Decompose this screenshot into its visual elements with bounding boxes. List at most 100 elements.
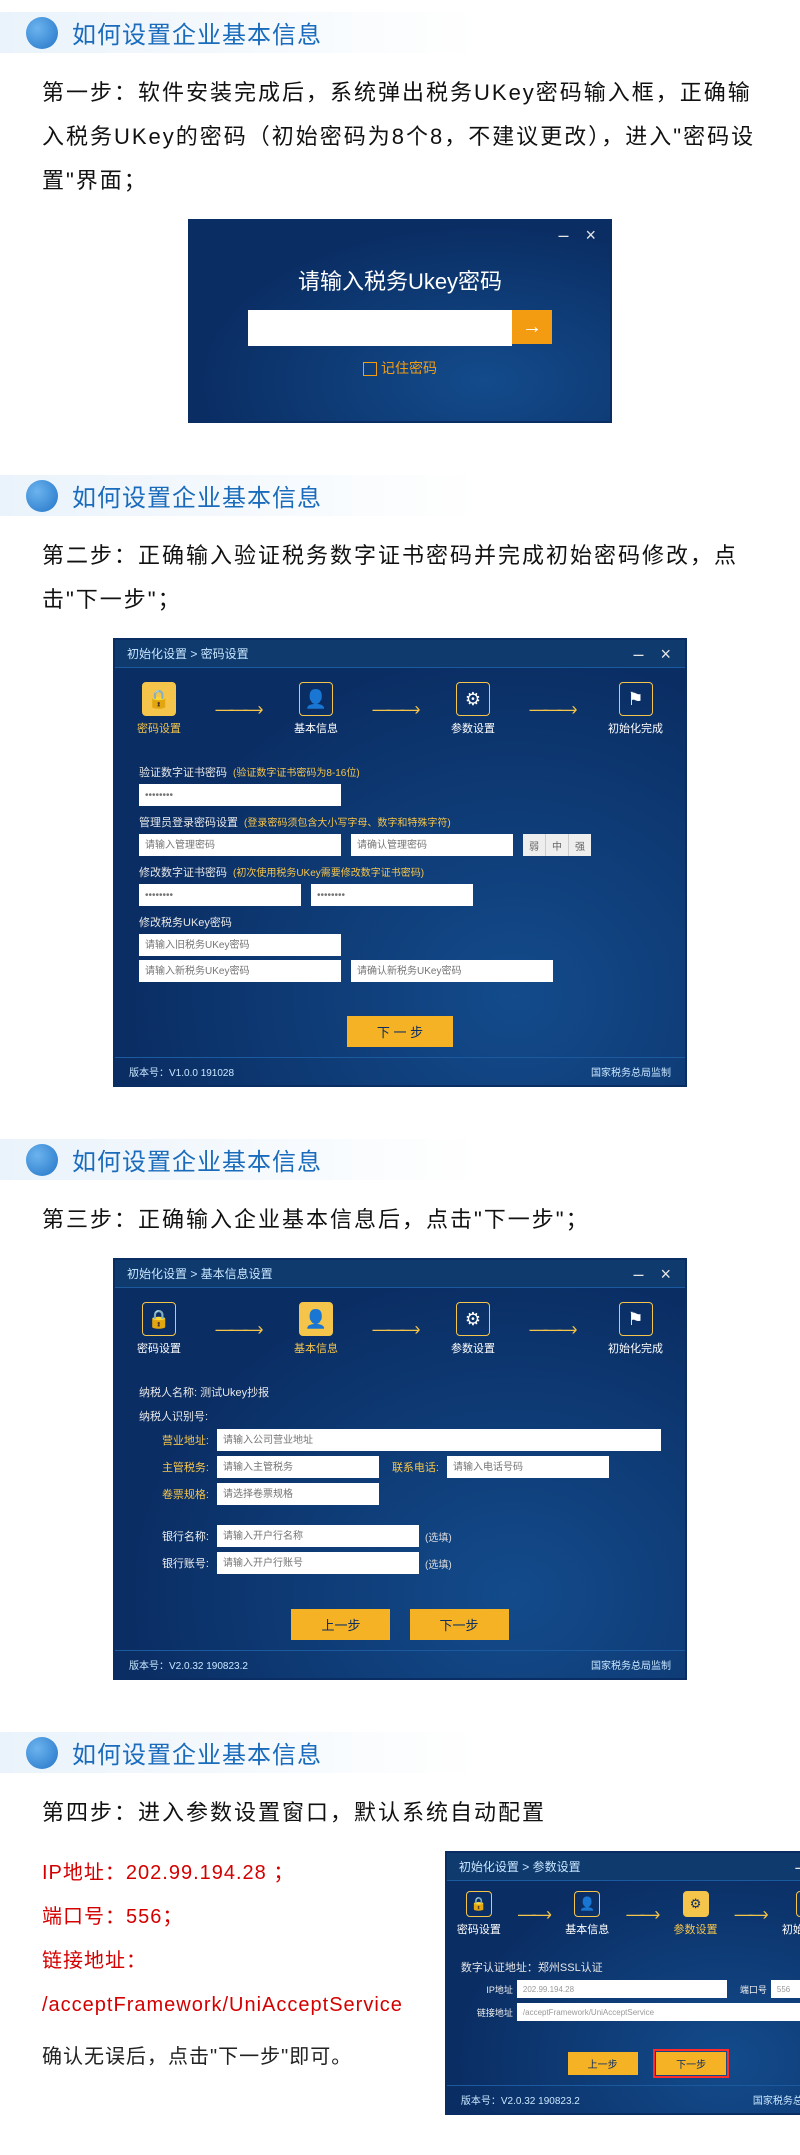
section-label: 修改数字证书密码 — [139, 867, 227, 879]
next-button[interactable]: 下一步 — [410, 1609, 509, 1640]
wizard-step-basic: 👤 基本信息 — [294, 1302, 338, 1356]
section-heading: 如何设置企业基本信息 — [0, 475, 800, 516]
address-input[interactable] — [217, 1429, 661, 1451]
wizard-steps: 🔒密码设置 ——› 👤基本信息 ——› ⚙参数设置 ——› ⚑初始化完成 — [447, 1881, 800, 1947]
heading-title: 如何设置企业基本信息 — [72, 478, 322, 513]
submit-arrow-button[interactable]: → — [512, 310, 552, 344]
wizard-step-password: 🔒密码设置 — [137, 1302, 181, 1356]
gear-icon: ⚙ — [456, 1302, 490, 1336]
prev-button[interactable]: 上一步 — [568, 2052, 638, 2075]
arrow-icon: ——› — [518, 1904, 548, 1925]
wizard-step-done: ⚑初始化完成 — [782, 1891, 800, 1937]
checkbox-icon[interactable] — [363, 362, 377, 376]
wizard-step-password: 🔒密码设置 — [137, 682, 181, 736]
port-input[interactable] — [771, 1980, 800, 1998]
version-text: 版本号：V1.0.0 191028 — [129, 1064, 234, 1079]
arrow-icon: ———› — [373, 1319, 417, 1340]
hint-text: (登录密码须包含大小写字母、数字和特殊字符) — [244, 818, 451, 829]
link-value-line: /acceptFramework/UniAcceptService — [42, 1983, 403, 2027]
wizard-label: 初始化完成 — [608, 1340, 663, 1356]
window-controls[interactable]: – × — [633, 1264, 677, 1285]
footer-credit: 国家税务总局监制 — [591, 1064, 671, 1079]
step4-description: 第四步：进入参数设置窗口，默认系统自动配置 — [0, 1791, 800, 1835]
flag-icon: ⚑ — [619, 682, 653, 716]
heading-bullet-icon — [26, 1144, 58, 1176]
phone-label: 联系电话: — [379, 1459, 447, 1475]
user-icon: 👤 — [299, 682, 333, 716]
ukey-old-password[interactable] — [139, 934, 341, 956]
bank-input[interactable] — [217, 1525, 419, 1547]
section-heading: 如何设置企业基本信息 — [0, 1732, 800, 1773]
cert-new-password-confirm[interactable] — [311, 884, 473, 906]
authority-label: 主管税务: — [139, 1459, 217, 1475]
ukey-password-dialog: – × 请输入税务Ukey密码 → 记住密码 — [188, 219, 612, 423]
wizard-step-basic: 👤 基本信息 — [565, 1891, 609, 1937]
lock-icon: 🔒 — [142, 1302, 176, 1336]
taxpayer-name: 纳税人名称: 测试Ukey抄报 — [139, 1384, 661, 1400]
wizard-step-params: ⚙参数设置 — [451, 682, 495, 736]
heading-bullet-icon — [26, 17, 58, 49]
authority-input[interactable] — [217, 1456, 379, 1478]
wizard-step-params: ⚙ 参数设置 — [451, 1302, 495, 1356]
gear-icon: ⚙ — [683, 1891, 709, 1917]
admin-password-confirm[interactable] — [351, 834, 513, 856]
ukey-new-password[interactable] — [139, 960, 341, 982]
next-button[interactable]: 下 一 步 — [347, 1016, 453, 1047]
remember-label: 记住密码 — [381, 360, 437, 376]
password-strength: 弱中强 — [523, 834, 591, 856]
heading-bullet-icon — [26, 480, 58, 512]
section-heading: 如何设置企业基本信息 — [0, 12, 800, 53]
ukey-password-input[interactable] — [248, 310, 512, 346]
wizard-label: 参数设置 — [451, 720, 495, 736]
heading-bullet-icon — [26, 1737, 58, 1769]
link-label: 链接地址 — [461, 2006, 517, 2019]
section-label: 修改税务UKey密码 — [139, 917, 232, 929]
basic-info-dialog: – × 初始化设置 > 基本信息设置 🔒密码设置 ———› 👤基本信息 ———›… — [113, 1258, 687, 1680]
user-icon: 👤 — [574, 1891, 600, 1917]
prev-button[interactable]: 上一步 — [291, 1609, 390, 1640]
link-label-line: 链接地址： — [42, 1939, 403, 1983]
section-label: 管理员登录密码设置 — [139, 817, 238, 829]
scale-select[interactable] — [217, 1483, 379, 1505]
wizard-label: 密码设置 — [137, 720, 181, 736]
remember-password-checkbox[interactable]: 记住密码 — [363, 358, 437, 378]
arrow-icon: ———› — [216, 1319, 260, 1340]
window-controls[interactable]: – × — [558, 225, 602, 246]
wizard-step-params: ⚙ 参数设置 — [674, 1891, 718, 1937]
step3-description: 第三步：正确输入企业基本信息后，点击"下一步"； — [0, 1198, 800, 1242]
section-heading: 如何设置企业基本信息 — [0, 1139, 800, 1180]
wizard-step-basic: 👤基本信息 — [294, 682, 338, 736]
next-button[interactable]: 下一步 — [656, 2052, 726, 2075]
arrow-icon: ———› — [373, 699, 417, 720]
step1-description: 第一步：软件安装完成后，系统弹出税务UKey密码输入框，正确输入税务UKey的密… — [0, 71, 800, 203]
ukey-new-password-confirm[interactable] — [351, 960, 553, 982]
account-label: 银行账号: — [139, 1555, 217, 1571]
cert-new-password[interactable] — [139, 884, 301, 906]
wizard-label: 参数设置 — [451, 1340, 495, 1356]
cert-addr-line: 数字认证地址：郑州SSL认证 — [461, 1959, 800, 1975]
wizard-steps: 🔒密码设置 ———› 👤基本信息 ———› ⚙参数设置 ———› ⚑初始化完成 — [115, 1288, 685, 1370]
user-icon: 👤 — [299, 1302, 333, 1336]
phone-input[interactable] — [447, 1456, 609, 1478]
wizard-label: 基本信息 — [294, 1340, 338, 1356]
addr-label: 营业地址: — [139, 1432, 217, 1448]
account-input[interactable] — [217, 1552, 419, 1574]
scale-label: 卷票规格: — [139, 1486, 217, 1502]
arrow-icon: ——› — [735, 1904, 765, 1925]
heading-title: 如何设置企业基本信息 — [72, 1142, 322, 1177]
link-input[interactable] — [517, 2003, 800, 2021]
arrow-icon: ——› — [626, 1904, 656, 1925]
wizard-label: 参数设置 — [674, 1921, 718, 1937]
heading-title: 如何设置企业基本信息 — [72, 15, 322, 50]
wizard-label: 初始化完成 — [782, 1921, 800, 1937]
window-controls[interactable]: – × — [633, 644, 677, 665]
breadcrumb: 初始化设置 > 密码设置 — [115, 640, 685, 668]
ip-input[interactable] — [517, 1980, 727, 1998]
footer-credit: 国家税务总局监制 — [591, 1657, 671, 1672]
wizard-label: 基本信息 — [565, 1921, 609, 1937]
arrow-icon: ———› — [530, 1319, 574, 1340]
params-dialog: – × 初始化设置 > 参数设置 🔒密码设置 ——› 👤基本信息 ——› ⚙参数… — [445, 1851, 800, 2115]
window-controls[interactable]: – × — [795, 1857, 800, 1878]
cert-password-input[interactable] — [139, 784, 341, 806]
admin-password-input[interactable] — [139, 834, 341, 856]
